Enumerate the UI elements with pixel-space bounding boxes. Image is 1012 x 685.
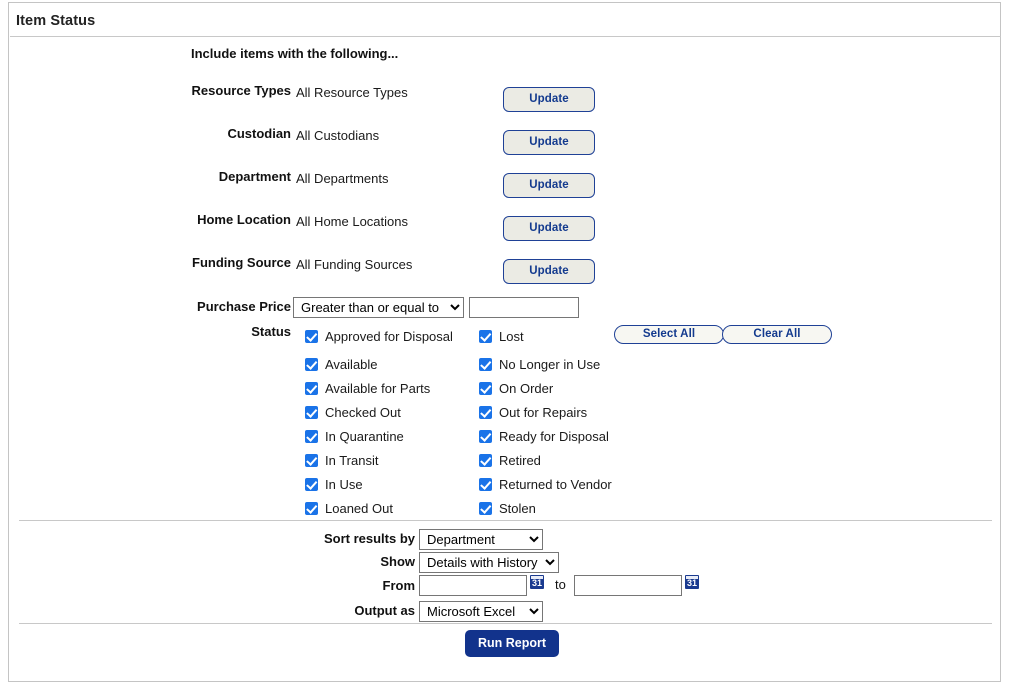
update-button-funding-source[interactable]: Update (503, 259, 595, 284)
filter-label-resource-types: Resource Types (29, 83, 291, 98)
filter-label-department: Department (29, 169, 291, 184)
filter-value-department: All Departments (296, 171, 388, 186)
status-checkbox-label: Ready for Disposal (499, 429, 609, 444)
update-button-custodian[interactable]: Update (503, 130, 595, 155)
checkbox-icon[interactable] (305, 382, 318, 395)
status-checkbox-label: Retired (499, 453, 541, 468)
filter-label-home-location: Home Location (29, 212, 291, 227)
show-select[interactable]: Details with HistoryDetailsSummary (419, 552, 559, 573)
sort-results-label: Sort results by (159, 531, 415, 546)
status-checkbox-label: Lost (499, 329, 524, 344)
filter-value-custodian: All Custodians (296, 128, 379, 143)
status-checkbox-in-quarantine[interactable]: In Quarantine (305, 425, 404, 447)
checkbox-icon[interactable] (479, 382, 492, 395)
status-checkbox-label: Returned to Vendor (499, 477, 612, 492)
title-divider (10, 36, 1001, 37)
status-checkbox-stolen[interactable]: Stolen (479, 497, 536, 519)
sort-results-select[interactable]: DepartmentCustodianHome LocationResource… (419, 529, 543, 550)
filter-row-home-location: Home Location All Home Locations Update (9, 210, 1002, 250)
status-checkbox-label: In Transit (325, 453, 378, 468)
status-checkbox-label: Checked Out (325, 405, 401, 420)
checkbox-icon[interactable] (479, 502, 492, 515)
status-checkbox-label: Stolen (499, 501, 536, 516)
status-checkbox-available[interactable]: Available (305, 353, 378, 375)
calendar-icon-to[interactable]: 31 (685, 575, 699, 589)
report-panel: Item Status Include items with the follo… (8, 2, 1001, 682)
date-range-to-label: to (555, 577, 566, 592)
status-checkbox-label: In Quarantine (325, 429, 404, 444)
checkbox-icon[interactable] (479, 430, 492, 443)
update-button-resource-types[interactable]: Update (503, 87, 595, 112)
status-checkbox-approved-for-disposal[interactable]: Approved for Disposal (305, 325, 453, 347)
filter-value-resource-types: All Resource Types (296, 85, 408, 100)
status-label: Status (29, 324, 291, 339)
page-title: Item Status (16, 13, 95, 29)
run-report-button[interactable]: Run Report (465, 630, 559, 657)
update-button-department[interactable]: Update (503, 173, 595, 198)
to-date-input[interactable] (574, 575, 682, 596)
checkbox-icon[interactable] (305, 430, 318, 443)
checkbox-icon[interactable] (479, 358, 492, 371)
purchase-price-label: Purchase Price (29, 299, 291, 314)
status-checkbox-returned-to-vendor[interactable]: Returned to Vendor (479, 473, 612, 495)
status-checkbox-checked-out[interactable]: Checked Out (305, 401, 401, 423)
calendar-icon-day: 31 (531, 578, 543, 589)
filter-value-funding-source: All Funding Sources (296, 257, 412, 272)
filter-row-funding-source: Funding Source All Funding Sources Updat… (9, 253, 1002, 293)
status-checkbox-on-order[interactable]: On Order (479, 377, 553, 399)
status-checkbox-label: Approved for Disposal (325, 329, 453, 344)
checkbox-icon[interactable] (305, 478, 318, 491)
status-checkbox-label: Available for Parts (325, 381, 430, 396)
filter-label-funding-source: Funding Source (29, 255, 291, 270)
status-checkbox-loaned-out[interactable]: Loaned Out (305, 497, 393, 519)
select-all-button[interactable]: Select All (614, 325, 724, 344)
status-checkbox-label: Available (325, 357, 378, 372)
calendar-icon-day: 31 (686, 578, 698, 589)
section-divider-bottom (19, 623, 992, 624)
clear-all-button[interactable]: Clear All (722, 325, 832, 344)
from-label: From (159, 578, 415, 593)
status-checkbox-in-transit[interactable]: In Transit (305, 449, 378, 471)
output-as-select[interactable]: Microsoft ExcelPDFHTMLCSV (419, 601, 543, 622)
status-checkbox-label: Out for Repairs (499, 405, 587, 420)
filter-label-custodian: Custodian (29, 126, 291, 141)
status-checkbox-ready-for-disposal[interactable]: Ready for Disposal (479, 425, 609, 447)
status-checkbox-label: In Use (325, 477, 363, 492)
checkbox-icon[interactable] (479, 454, 492, 467)
status-checkbox-retired[interactable]: Retired (479, 449, 541, 471)
update-button-home-location[interactable]: Update (503, 216, 595, 241)
intro-text: Include items with the following... (191, 46, 398, 61)
checkbox-icon[interactable] (305, 502, 318, 515)
status-checkbox-label: On Order (499, 381, 553, 396)
filter-row-department: Department All Departments Update (9, 167, 1002, 207)
checkbox-icon[interactable] (305, 454, 318, 467)
status-checkbox-no-longer-in-use[interactable]: No Longer in Use (479, 353, 600, 375)
purchase-price-amount-input[interactable] (469, 297, 579, 318)
filter-value-home-location: All Home Locations (296, 214, 408, 229)
status-checkbox-available-for-parts[interactable]: Available for Parts (305, 377, 430, 399)
status-checkbox-in-use[interactable]: In Use (305, 473, 363, 495)
filter-row-custodian: Custodian All Custodians Update (9, 124, 1002, 164)
checkbox-icon[interactable] (305, 358, 318, 371)
show-label: Show (159, 554, 415, 569)
checkbox-icon[interactable] (305, 330, 318, 343)
filter-row-resource-types: Resource Types All Resource Types Update (9, 81, 1002, 121)
checkbox-icon[interactable] (305, 406, 318, 419)
checkbox-icon[interactable] (479, 478, 492, 491)
calendar-icon-from[interactable]: 31 (530, 575, 544, 589)
status-checkbox-label: Loaned Out (325, 501, 393, 516)
status-checkbox-lost[interactable]: Lost (479, 325, 524, 347)
status-checkbox-label: No Longer in Use (499, 357, 600, 372)
status-checkbox-out-for-repairs[interactable]: Out for Repairs (479, 401, 587, 423)
checkbox-icon[interactable] (479, 330, 492, 343)
section-divider-top (19, 520, 992, 521)
checkbox-icon[interactable] (479, 406, 492, 419)
from-date-input[interactable] (419, 575, 527, 596)
purchase-price-operator-select[interactable]: Greater than or equal toLess than or equ… (293, 297, 464, 318)
output-as-label: Output as (159, 603, 415, 618)
